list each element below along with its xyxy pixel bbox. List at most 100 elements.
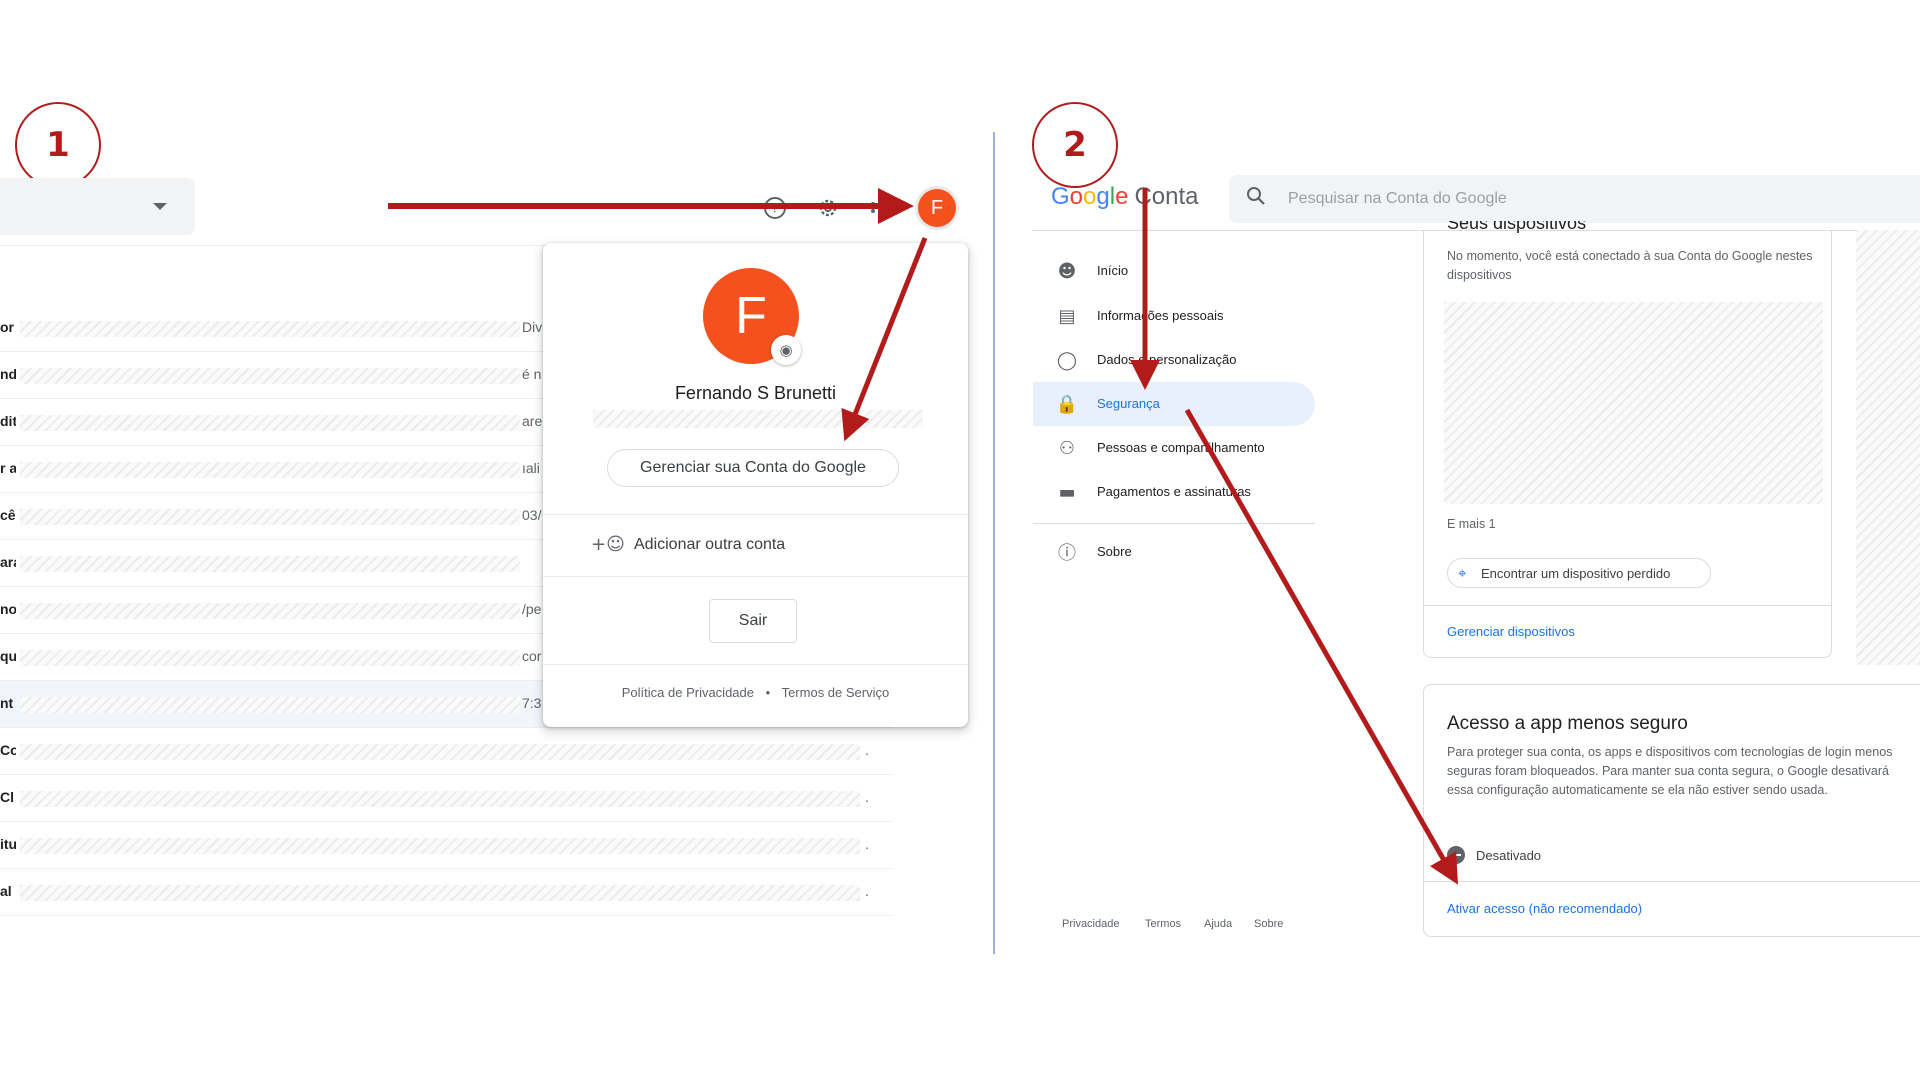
nav-item[interactable]: ▬ Pagamentos e assinaturas [1033,470,1315,514]
popup-footer: Política de Privacidade • Termos de Serv… [543,685,968,700]
mail-subject-redacted [20,321,520,337]
disabled-status-icon [1447,846,1465,864]
toggle-icon: ◯ [1056,349,1078,371]
nav-item-label: Sobre [1097,544,1132,559]
camera-icon[interactable]: ◉ [771,335,801,365]
devices-card-title-text: Seus dispositivos [1447,221,1587,233]
search-icon[interactable] [1246,186,1266,211]
info-icon: ⓘ [1058,543,1076,564]
mail-sender: no [0,601,16,617]
card-separator [1424,605,1831,606]
search-options-caret-icon[interactable] [153,203,167,210]
nav-item-label: Pessoas e compartilhamento [1097,440,1265,455]
nav-item-label: Dados e personalização [1097,352,1237,367]
popup-avatar-letter: F [735,287,767,345]
step-2-number: 2 [1063,125,1087,165]
logo-letter: G [1051,183,1070,210]
mail-snippet-fragment: 03/ [522,507,542,523]
mail-subject-redacted [20,556,520,572]
mail-subject-redacted [20,509,520,525]
find-device-label: Encontrar um dispositivo perdido [1481,566,1671,581]
devices-list-redacted [1444,302,1823,504]
step-2-marker: 2 [1032,102,1118,188]
mail-subject-redacted [20,650,520,666]
mail-snippet-fragment: ıali [522,460,540,476]
devices-card-description: No momento, você está conectado à sua Co… [1447,249,1813,282]
nav-item-label: Informações pessoais [1097,308,1224,323]
mail-row[interactable]: Co. [0,728,893,775]
mail-snippet-fragment: . [865,836,869,852]
mail-subject-redacted [20,368,520,384]
mail-row[interactable]: itu. [0,822,893,869]
mail-snippet-fragment: 7:3 [522,695,542,711]
mail-subject-redacted [20,462,520,478]
nav-item[interactable]: 🔒 Segurança [1033,382,1315,426]
mail-snippet-fragment: are [522,413,543,429]
lock-icon: 🔒 [1055,393,1079,415]
mail-sender: nt [0,695,14,711]
privacy-link[interactable]: Política de Privacidade [622,685,754,700]
account-avatar-button[interactable]: F [918,189,956,227]
footer-help-link[interactable]: Ajuda [1204,918,1232,930]
gear-icon[interactable] [815,195,841,221]
find-device-button[interactable]: ⌖ Encontrar um dispositivo perdido [1447,558,1711,588]
enable-less-secure-access-link[interactable]: Ativar acesso (não recomendado) [1447,901,1642,916]
popup-separator [543,664,968,665]
nav-separator [1033,523,1315,524]
add-account-link[interactable]: Adicionar outra conta [634,536,785,554]
search-placeholder: Pesquisar na Conta do Google [1288,190,1507,207]
mail-sender: qu [0,648,16,664]
card-separator [1424,881,1920,882]
mail-subject-redacted [20,415,520,431]
mail-sender: nd [0,366,16,382]
mail-snippet-fragment: cor [522,648,542,664]
logo-letter: e [1115,183,1129,210]
less-secure-status: Desativado [1476,848,1542,863]
apps-grid-icon[interactable] [867,195,893,221]
nav-item-label: Pagamentos e assinaturas [1097,484,1251,499]
footer-about-link[interactable]: Sobre [1254,918,1283,930]
logo-letter: o [1083,183,1097,210]
mail-sender: Cl [0,789,14,805]
mail-sender: r a [0,460,16,476]
avatar-letter: F [930,196,944,219]
footer-terms-link[interactable]: Termos [1145,918,1181,930]
mail-subject-redacted [20,791,860,807]
nav-item[interactable]: ▤ Informações pessoais [1033,294,1315,338]
devices-card-title: Seus dispositivos [1447,221,1747,235]
mail-sender: dit [0,413,16,429]
nav-item[interactable]: ◯ Dados e personalização [1033,338,1315,382]
less-secure-card-description: Para proteger sua conta, os apps e dispo… [1447,745,1893,797]
mail-row[interactable]: al. [0,869,893,916]
mail-subject-redacted [20,744,860,760]
less-secure-card-title: Acesso a app menos seguro [1447,713,1688,734]
add-person-icon: +☺ [591,534,625,555]
help-icon[interactable]: ? [762,195,788,221]
logo-letter: g [1096,183,1110,210]
nav-item[interactable]: ⓘ Sobre [1033,530,1315,574]
mail-snippet-fragment: . [865,883,869,899]
mail-sender: Co [0,742,16,758]
mail-sender: or [0,319,14,335]
nav-item[interactable]: ☻ Início [1033,249,1315,293]
manage-devices-link[interactable]: Gerenciar dispositivos [1447,624,1575,639]
id-card-icon: ▤ [1058,305,1076,327]
account-name: Fernando S Brunetti [674,383,837,403]
people-icon: ⚇ [1058,437,1076,459]
sign-out-button[interactable]: Sair [709,599,797,643]
location-icon: ⌖ [1458,564,1467,582]
nav-item[interactable]: ⚇ Pessoas e compartilhamento [1033,426,1315,470]
mail-snippet-fragment: Div [522,319,543,335]
footer-privacy-link[interactable]: Privacidade [1062,918,1119,930]
nav-item-label: Segurança [1097,396,1160,411]
account-popup: F ◉ Fernando S Brunetti Gerenciar sua Co… [543,243,968,727]
manage-account-button[interactable]: Gerenciar sua Conta do Google [607,449,899,487]
popup-separator [543,514,968,515]
google-account-logo[interactable]: Google Conta [1051,183,1199,211]
footer-bullet: • [765,685,771,700]
nav-item-label: Início [1097,263,1129,278]
redacted-region [1856,230,1920,665]
mail-row[interactable]: Cl. [0,775,893,822]
mail-snippet-fragment: /pe [522,601,542,617]
terms-link[interactable]: Termos de Serviço [782,685,890,700]
